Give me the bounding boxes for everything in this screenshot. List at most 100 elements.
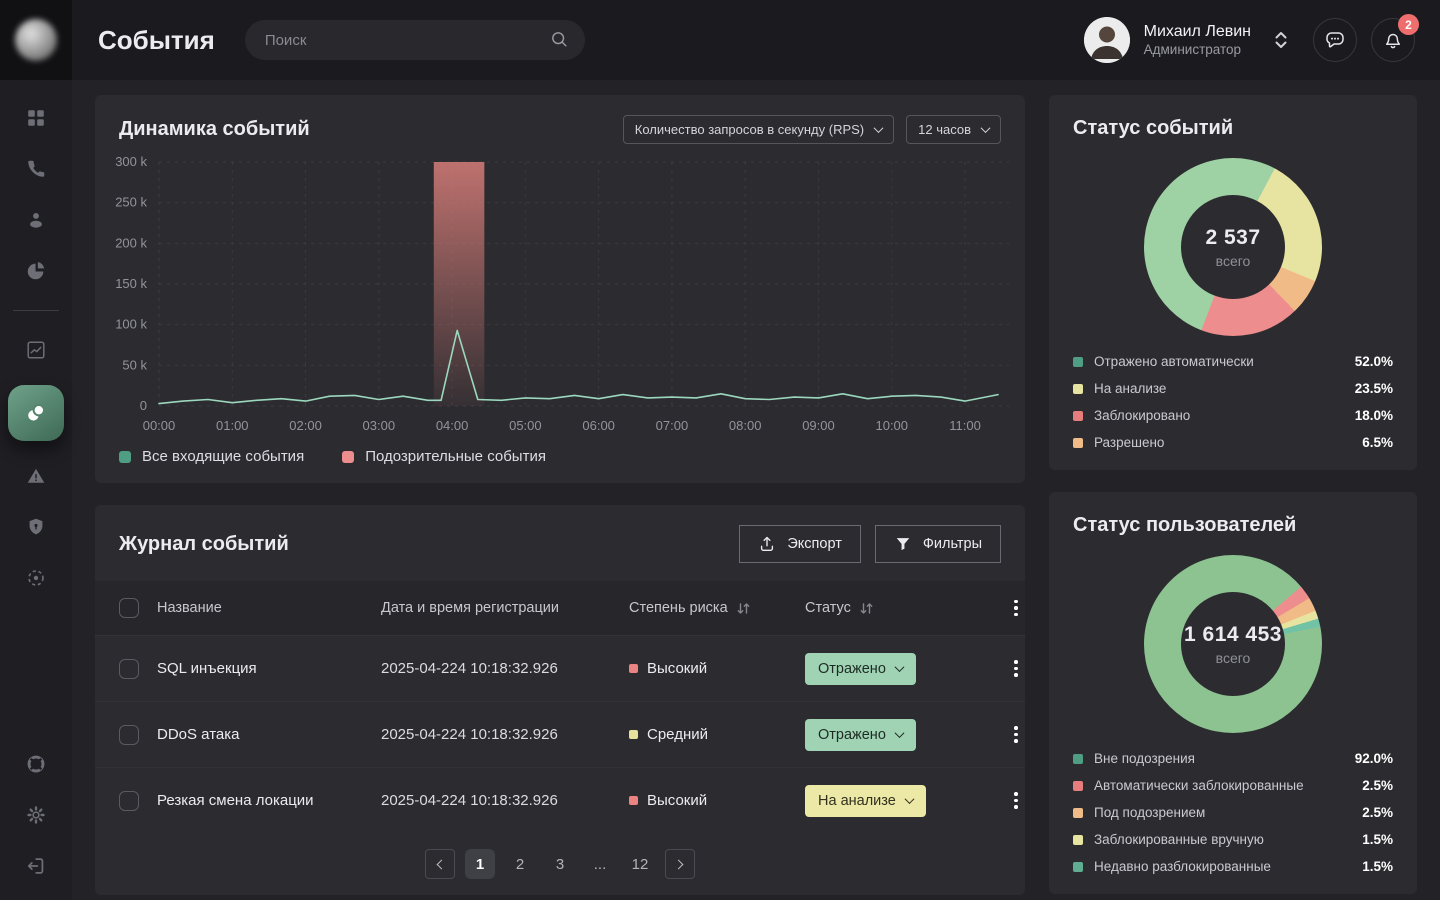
lifebuoy-icon	[25, 753, 47, 775]
page-number[interactable]: 3	[545, 849, 575, 879]
next-page-button[interactable]	[665, 849, 695, 879]
legend-label: Подозрительные события	[365, 448, 546, 465]
dynamics-card: Динамика событий Количество запросов в с…	[95, 95, 1025, 483]
topbar: События Михаил Левин Администратор 2	[72, 0, 1440, 80]
sidebar-item-analytics[interactable]	[14, 328, 58, 372]
phone-icon	[25, 158, 47, 180]
row-checkbox[interactable]	[119, 725, 139, 745]
risk-label: Средний	[647, 726, 708, 743]
messages-button[interactable]	[1313, 18, 1357, 62]
sort-icon	[859, 602, 874, 615]
legend-value: 23.5%	[1355, 381, 1393, 396]
users-status-card: Статус пользователей 1 614 453 всего Вне…	[1049, 492, 1417, 894]
gear-icon	[25, 804, 47, 826]
metric-select-value: Количество запросов в секунду (RPS)	[635, 122, 864, 137]
shield-icon	[25, 516, 47, 538]
legend-label: На анализе	[1094, 381, 1166, 396]
avatar[interactable]	[1084, 17, 1130, 63]
sort-status-button[interactable]	[859, 602, 874, 615]
legend-item-suspicious: Подозрительные события	[342, 448, 546, 465]
search-icon[interactable]	[549, 29, 570, 50]
prev-page-button[interactable]	[425, 849, 455, 879]
range-select[interactable]: 12 часов	[906, 115, 1001, 144]
sidebar-item-users[interactable]	[14, 198, 58, 242]
sidebar-item-security[interactable]	[14, 505, 58, 549]
svg-text:03:00: 03:00	[363, 418, 396, 433]
svg-text:300 k: 300 k	[115, 154, 147, 169]
risk-cell: Высокий	[629, 660, 805, 677]
legend-label: Недавно разблокированные	[1094, 859, 1271, 874]
donut-center: 1 614 453 всего	[1144, 555, 1322, 733]
avatar-image	[1084, 17, 1130, 63]
status-dropdown[interactable]: Отражено	[805, 653, 916, 685]
status-dropdown[interactable]: Отражено	[805, 719, 916, 751]
svg-text:09:00: 09:00	[802, 418, 835, 433]
row-checkbox[interactable]	[119, 791, 139, 811]
chevron-down-icon	[981, 123, 991, 133]
page-number[interactable]: 12	[625, 849, 655, 879]
sort-risk-button[interactable]	[736, 602, 751, 615]
export-icon	[758, 535, 776, 553]
app-root: События Михаил Левин Администратор 2	[0, 0, 1440, 900]
row-menu-button[interactable]	[1010, 722, 1022, 747]
sidebar-item-network[interactable]	[14, 556, 58, 600]
user-menu-toggle[interactable]	[1273, 28, 1289, 52]
risk-cell: Средний	[629, 726, 805, 743]
column-status: Статус	[805, 600, 1007, 616]
filters-button[interactable]: Фильтры	[875, 525, 1001, 563]
page-number[interactable]: 1	[465, 849, 495, 879]
search-input[interactable]	[245, 20, 585, 60]
legend-row: Разрешено 6.5%	[1073, 435, 1393, 450]
user-meta[interactable]: Михаил Левин Администратор	[1144, 22, 1251, 59]
sidebar-item-calls[interactable]	[14, 147, 58, 191]
row-menu-button[interactable]	[1010, 656, 1022, 681]
row-menu-button[interactable]	[1010, 788, 1022, 813]
export-button[interactable]: Экспорт	[739, 525, 860, 563]
legend-label: Все входящие события	[142, 448, 304, 465]
row-checkbox[interactable]	[119, 659, 139, 679]
legend-item-incoming: Все входящие события	[119, 448, 304, 465]
users-status-title: Статус пользователей	[1073, 514, 1393, 537]
status-label: Отражено	[818, 661, 886, 677]
sidebar-item-alerts[interactable]	[14, 454, 58, 498]
legend-label: Под подозрением	[1094, 805, 1205, 820]
sidebar-bottom	[14, 742, 58, 900]
dynamics-title: Динамика событий	[119, 118, 611, 141]
user-area: Михаил Левин Администратор 2	[1084, 17, 1415, 63]
pie-chart-icon	[25, 260, 47, 282]
event-date: 2025-04-224 10:18:32.926	[381, 792, 629, 809]
svg-text:06:00: 06:00	[582, 418, 615, 433]
journal-header: Журнал событий Экспорт Фильтры	[95, 523, 1025, 581]
status-label: На анализе	[818, 793, 896, 809]
risk-dot	[629, 796, 638, 805]
table-row: Резкая смена локации 2025-04-224 10:18:3…	[95, 767, 1025, 833]
legend-value: 18.0%	[1355, 408, 1393, 423]
legend-swatch	[342, 451, 354, 463]
metric-select[interactable]: Количество запросов в секунду (RPS)	[623, 115, 894, 144]
select-all-checkbox[interactable]	[119, 598, 139, 618]
sidebar-item-events[interactable]	[8, 385, 64, 441]
legend-value: 92.0%	[1355, 751, 1393, 766]
chevron-left-icon	[437, 859, 447, 869]
sidebar	[0, 0, 72, 900]
logout-icon	[25, 855, 47, 877]
sidebar-item-support[interactable]	[14, 742, 58, 786]
warning-icon	[25, 465, 47, 487]
sidebar-item-stats[interactable]	[14, 249, 58, 293]
sidebar-item-logout[interactable]	[14, 844, 58, 888]
events-donut-wrap: 2 537 всего	[1073, 150, 1393, 348]
legend-value: 52.0%	[1355, 354, 1393, 369]
page-number[interactable]: 2	[505, 849, 535, 879]
table-menu-button[interactable]	[1010, 596, 1022, 621]
risk-label: Высокий	[647, 792, 707, 809]
status-dropdown[interactable]: На анализе	[805, 785, 926, 817]
legend-row: На анализе 23.5%	[1073, 381, 1393, 396]
donut-total: 1 614 453	[1184, 623, 1282, 647]
notifications-button[interactable]: 2	[1371, 18, 1415, 62]
sidebar-item-settings[interactable]	[14, 793, 58, 837]
events-status-legend: Отражено автоматически 52.0% На анализе …	[1073, 354, 1393, 450]
journal-title: Журнал событий	[119, 533, 725, 556]
journal-card: Журнал событий Экспорт Фильтры Название …	[95, 505, 1025, 895]
users-donut-chart: 1 614 453 всего	[1144, 555, 1322, 733]
sidebar-item-dashboard[interactable]	[14, 96, 58, 140]
